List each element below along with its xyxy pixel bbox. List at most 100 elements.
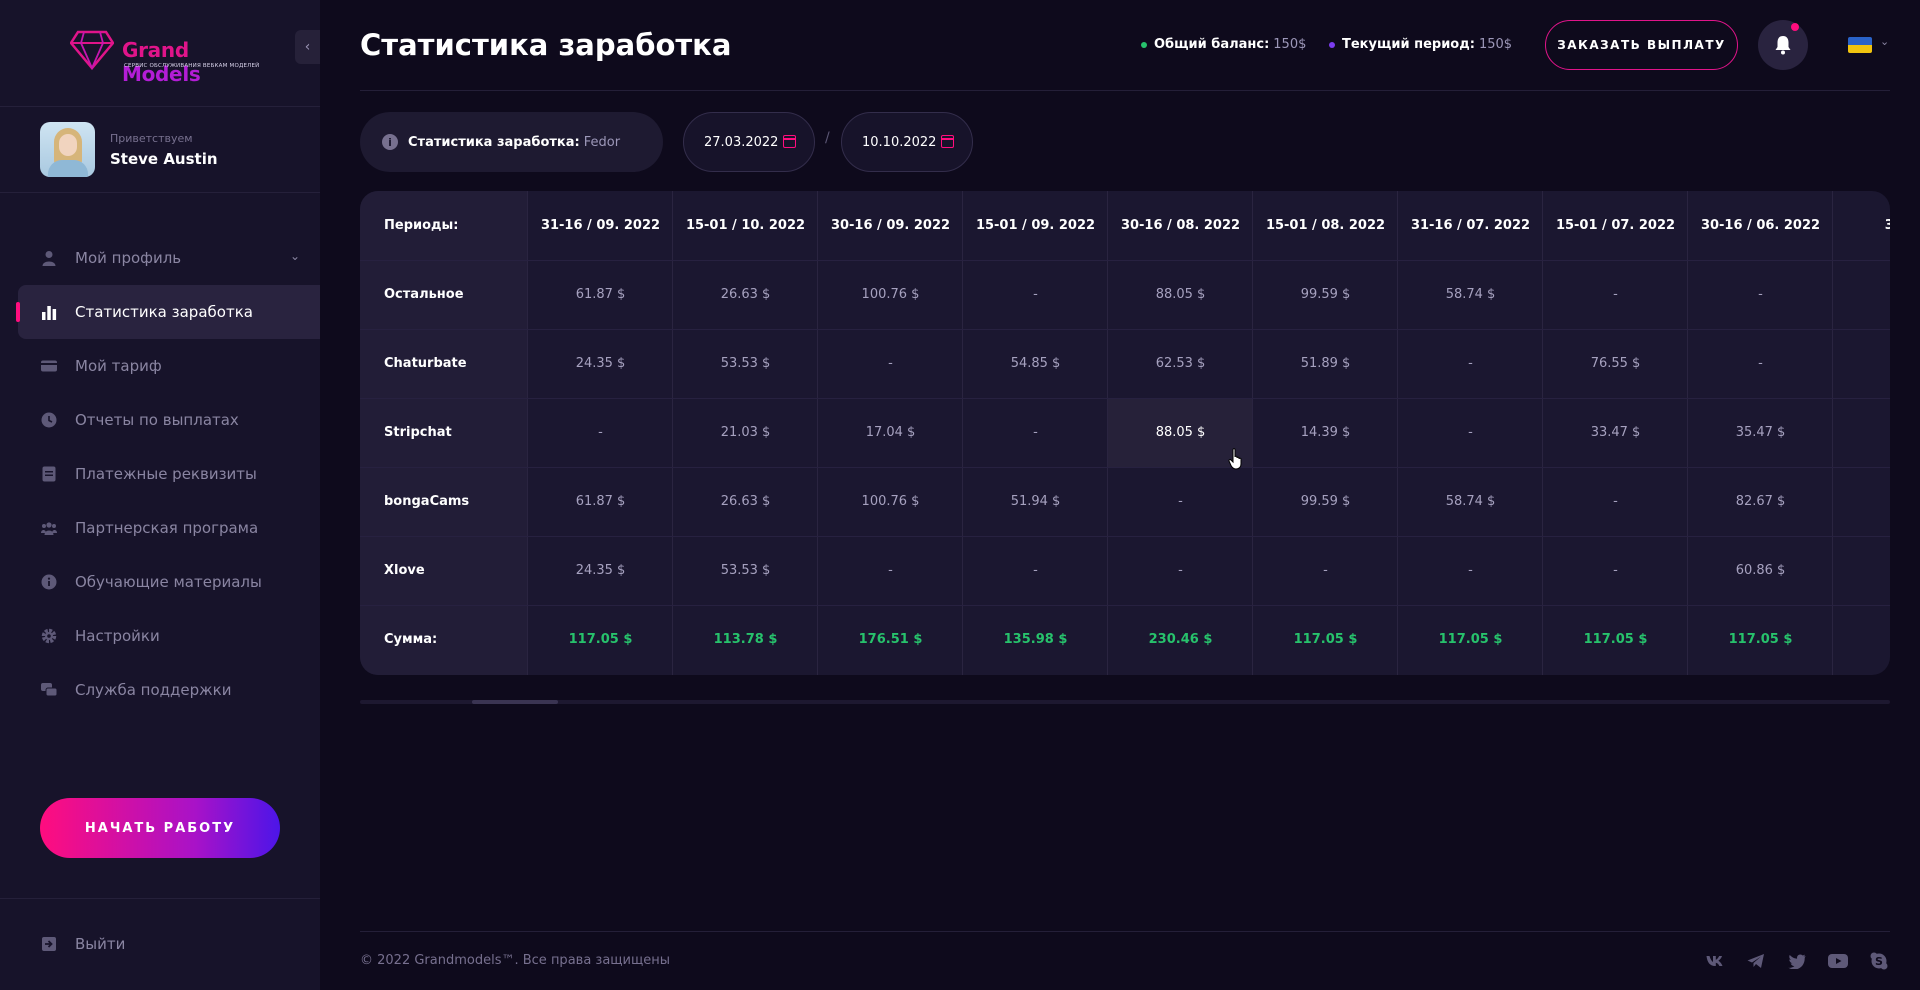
table-cell[interactable]: 82.67 $: [1688, 467, 1833, 536]
table-cell[interactable]: 88.05 $: [1108, 260, 1253, 329]
table-cell[interactable]: -: [818, 536, 963, 605]
table-cell[interactable]: 51.89 $: [1253, 329, 1398, 398]
table-cell[interactable]: 61.87 $: [528, 260, 673, 329]
table-cell[interactable]: 21.03 $: [673, 398, 818, 467]
table-cell[interactable]: -: [1543, 467, 1688, 536]
sidebar-item-payment-details[interactable]: Платежные реквизиты: [0, 447, 320, 501]
sidebar-item-profile[interactable]: Мой профиль ⌄: [0, 231, 320, 285]
youtube-icon[interactable]: [1827, 951, 1849, 971]
table-cell[interactable]: 54.85 $: [963, 329, 1108, 398]
sidebar-item-partner-program[interactable]: Партнерская програма: [0, 501, 320, 555]
table-cell[interactable]: -: [1543, 260, 1688, 329]
table-cell[interactable]: -: [1108, 467, 1253, 536]
table-cell[interactable]: -: [963, 536, 1108, 605]
period-header[interactable]: 31-16 / 09. 2022: [528, 191, 673, 260]
table-cell[interactable]: 24.35 $: [528, 536, 673, 605]
notifications-button[interactable]: [1758, 20, 1808, 70]
period-header[interactable]: 31-16 / 07. 2022: [1398, 191, 1543, 260]
scrollbar-thumb[interactable]: [472, 700, 558, 704]
table-cell[interactable]: 60.86 $: [1688, 536, 1833, 605]
table-cell[interactable]: 100.76 $: [818, 260, 963, 329]
table-cell[interactable]: 26.63 $: [673, 467, 818, 536]
table-cell[interactable]: 17.04 $: [818, 398, 963, 467]
logout-label: Выйти: [75, 935, 126, 953]
period-header[interactable]: 30-16 / 08. 2022: [1108, 191, 1253, 260]
horizontal-scrollbar[interactable]: [360, 700, 1890, 704]
table-cell[interactable]: 26.63 $: [673, 260, 818, 329]
table-cell[interactable]: 24.35 $: [528, 329, 673, 398]
sidebar-item-support[interactable]: Служба поддержки: [0, 663, 320, 717]
table-cell[interactable]: -: [1398, 398, 1543, 467]
period-header[interactable]: 30-16: [1833, 191, 1890, 260]
table-cell[interactable]: 58.74 $: [1398, 260, 1543, 329]
current-period-value: 150$: [1478, 37, 1513, 52]
table-cell[interactable]: -: [1398, 536, 1543, 605]
period-header[interactable]: 30-16 / 09. 2022: [818, 191, 963, 260]
earnings-table: Периоды: Остальное Chaturbate Stripchat …: [360, 191, 1890, 675]
table-cell[interactable]: 14.39 $: [1253, 398, 1398, 467]
table-cell[interactable]: -: [1543, 536, 1688, 605]
request-payout-button[interactable]: ЗАКАЗАТЬ ВЫПЛАТУ: [1545, 20, 1738, 70]
table-cell[interactable]: -: [1398, 329, 1543, 398]
calendar-icon: [941, 135, 954, 148]
info-icon: i: [382, 134, 398, 150]
date-to-field[interactable]: 10.10.2022: [841, 112, 973, 172]
table-cell[interactable]: 51.94 $: [963, 467, 1108, 536]
date-to-value: 10.10.2022: [862, 134, 937, 150]
table-cell[interactable]: [1833, 467, 1890, 536]
collapse-sidebar-button[interactable]: ‹: [295, 30, 320, 64]
table-cell[interactable]: 58.74 $: [1398, 467, 1543, 536]
table-cell[interactable]: 61.87 $: [528, 467, 673, 536]
table-cell[interactable]: 35.47 $: [1688, 398, 1833, 467]
period-header[interactable]: 15-01 / 10. 2022: [673, 191, 818, 260]
chevron-down-icon[interactable]: ⌄: [1880, 35, 1889, 48]
table-cell[interactable]: 76.55 $: [1543, 329, 1688, 398]
sidebar-item-label: Обучающие материалы: [75, 573, 262, 591]
start-work-button[interactable]: НАЧАТЬ РАБОТУ: [40, 798, 280, 858]
user-card[interactable]: Приветствуем Steve Austin: [40, 122, 300, 178]
row-label-periods: Периоды:: [384, 218, 459, 233]
sidebar-item-training[interactable]: Обучающие материалы: [0, 555, 320, 609]
period-header[interactable]: 15-01 / 09. 2022: [963, 191, 1108, 260]
date-from-field[interactable]: 27.03.2022: [683, 112, 815, 172]
table-cell[interactable]: -: [818, 329, 963, 398]
logout-button[interactable]: Выйти: [0, 917, 320, 971]
table-cell[interactable]: 5: [1833, 536, 1890, 605]
table-cell[interactable]: -: [1688, 329, 1833, 398]
sidebar: Grand Models СЕРВИС ОБСЛУЖИВАНИЯ ВЕБКАМ …: [0, 0, 320, 990]
table-cell[interactable]: -: [963, 398, 1108, 467]
logo[interactable]: Grand Models СЕРВИС ОБСЛУЖИВАНИЯ ВЕБКАМ …: [70, 30, 270, 86]
table-cell[interactable]: 62.53 $: [1108, 329, 1253, 398]
table-cell[interactable]: 100.76 $: [818, 467, 963, 536]
chevron-left-icon: ‹: [304, 39, 311, 55]
period-header[interactable]: 15-01 / 07. 2022: [1543, 191, 1688, 260]
table-cell[interactable]: -: [1108, 536, 1253, 605]
table-cell[interactable]: [1833, 329, 1890, 398]
telegram-icon[interactable]: [1745, 951, 1767, 971]
table-cell[interactable]: 9: [1833, 398, 1890, 467]
twitter-icon[interactable]: [1786, 951, 1808, 971]
sidebar-item-payout-reports[interactable]: Отчеты по выплатах: [0, 393, 320, 447]
row-labels-column: Периоды: Остальное Chaturbate Stripchat …: [360, 191, 527, 675]
sidebar-item-tariff[interactable]: Мой тариф: [0, 339, 320, 393]
table-cell[interactable]: -: [1688, 260, 1833, 329]
sidebar-item-settings[interactable]: Настройки: [0, 609, 320, 663]
table-cell[interactable]: -: [963, 260, 1108, 329]
table-cell[interactable]: 99.59 $: [1253, 260, 1398, 329]
sidebar-item-label: Платежные реквизиты: [75, 465, 257, 483]
table-column: 31-16 / 09. 2022 61.87 $24.35 $ -61.87 $24…: [527, 191, 672, 675]
sidebar-item-statistics[interactable]: Статистика заработка: [16, 285, 320, 339]
table-cell[interactable]: 33.47 $: [1543, 398, 1688, 467]
table-cell[interactable]: 3: [1833, 260, 1890, 329]
ukraine-flag-icon[interactable]: [1848, 37, 1872, 53]
table-cell[interactable]: 99.59 $: [1253, 467, 1398, 536]
period-header[interactable]: 15-01 / 08. 2022: [1253, 191, 1398, 260]
table-cell[interactable]: 53.53 $: [673, 329, 818, 398]
table-cell[interactable]: -: [528, 398, 673, 467]
table-cell[interactable]: -: [1253, 536, 1398, 605]
table-cell[interactable]: 53.53 $: [673, 536, 818, 605]
vk-icon[interactable]: [1704, 951, 1726, 971]
table-column: 30-16 / 08. 2022 88.05 $62.53 $88.05 $ - -2…: [1107, 191, 1253, 675]
period-header[interactable]: 30-16 / 06. 2022: [1688, 191, 1833, 260]
skype-icon[interactable]: S: [1868, 951, 1890, 971]
